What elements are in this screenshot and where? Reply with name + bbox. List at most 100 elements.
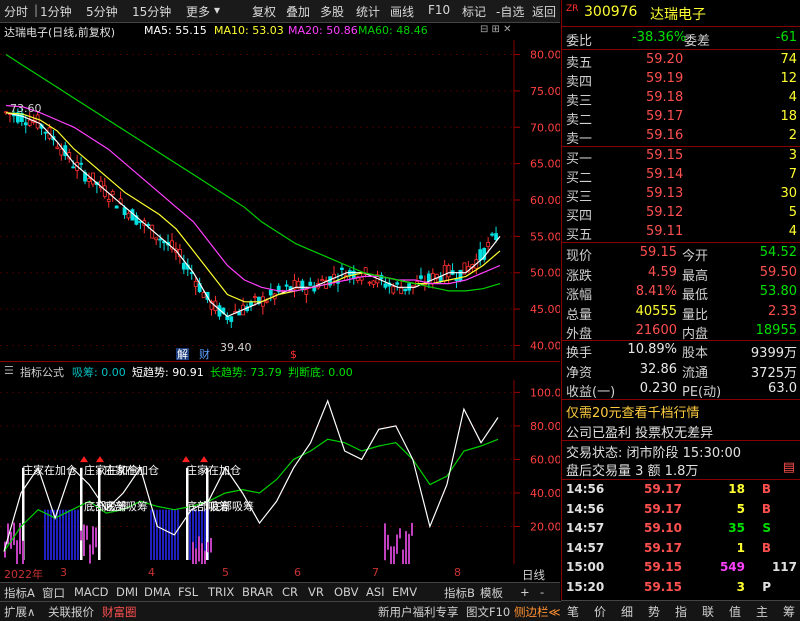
tab-window[interactable]: 窗口 xyxy=(42,585,65,601)
tab-fsl[interactable]: FSL xyxy=(178,585,198,599)
candle-body xyxy=(426,273,431,282)
promo-row[interactable]: 仅需20元查看千档行情 xyxy=(562,401,800,421)
toolbar-watchlist[interactable]: -自选 xyxy=(496,3,524,20)
price-tick-label: 75.00 xyxy=(530,85,560,98)
jie-marker[interactable]: 解 xyxy=(177,347,188,360)
toolbar-fuquan[interactable]: 复权 xyxy=(252,3,276,20)
toolbar-draw[interactable]: 画线 xyxy=(390,3,414,20)
tab-emv[interactable]: EMV xyxy=(392,585,417,599)
toolbar-more[interactable]: 更多 xyxy=(186,3,210,20)
right-tab[interactable]: 价 xyxy=(594,603,606,620)
toolbar-back[interactable]: 返回 xyxy=(532,3,556,20)
tick-price: 59.15 xyxy=(644,579,682,594)
link-quote-button[interactable]: 关联报价 xyxy=(48,604,94,620)
accumulation-bar xyxy=(159,509,161,560)
tab-cr[interactable]: CR xyxy=(282,585,298,599)
tab-dmi[interactable]: DMI xyxy=(116,585,138,599)
tab-obv[interactable]: OBV xyxy=(334,585,358,599)
right-tab[interactable]: 势 xyxy=(648,603,660,620)
toolbar-5min[interactable]: 5分钟 xyxy=(86,3,118,20)
sidebar-toggle[interactable]: 侧边栏≪ xyxy=(514,604,561,620)
bid-row[interactable]: 买四 59.12 5 xyxy=(562,204,800,224)
bid-row[interactable]: 买三 59.13 30 xyxy=(562,185,800,205)
tab-asi[interactable]: ASI xyxy=(366,585,385,599)
toolbar-stats[interactable]: 统计 xyxy=(356,3,380,20)
chart-window-icons[interactable]: ⊟ ⊞ ✕ xyxy=(480,24,512,35)
expand-button[interactable]: 扩展∧ xyxy=(4,604,35,620)
tab-macd[interactable]: MACD xyxy=(74,585,108,599)
info-value: 0.230 xyxy=(639,381,677,396)
ask-row[interactable]: 卖五 59.20 74 xyxy=(562,51,800,71)
volume-signal-bar xyxy=(195,548,197,564)
toolbar-timeshare[interactable]: 分时 xyxy=(4,3,28,20)
right-tab[interactable]: 筹 xyxy=(783,603,795,620)
main-kline-chart[interactable]: 80.00 75.00 70.00 65.00 60.00 55.00 50.00 45.00… xyxy=(0,40,560,360)
top-toolbar: 分时 | 1分钟 5分钟 15分钟 更多 ▾ 复权 叠加 多股 统计 画线 F1… xyxy=(0,0,560,23)
dollar-marker[interactable]: $ xyxy=(290,348,297,360)
right-tab[interactable]: 值 xyxy=(729,603,741,620)
stock-header: ZR 300976 达瑞电子 xyxy=(562,2,800,24)
tick-time: 14:56 xyxy=(566,482,605,496)
volume-signal-bar xyxy=(396,534,398,554)
menu-icon[interactable]: ☰ xyxy=(4,364,14,377)
tab-template[interactable]: 模板 xyxy=(480,585,503,601)
right-tab[interactable]: 笔 xyxy=(567,603,579,620)
ask-label: 卖二 xyxy=(566,113,593,128)
candle-body xyxy=(419,275,423,279)
accumulation-bar xyxy=(77,509,79,560)
chevron-down-icon[interactable]: ▾ xyxy=(214,3,220,17)
toolbar-1min[interactable]: 1分钟 xyxy=(40,3,72,20)
chart-title-row: 达瑞电子(日线,前复权) MA5: 55.15 MA10: 53.03 MA20… xyxy=(0,22,560,40)
candle-body xyxy=(35,114,40,129)
cai-marker[interactable]: 财 xyxy=(199,347,210,360)
toolbar-mark[interactable]: 标记 xyxy=(462,3,486,20)
bid-row[interactable]: 买五 59.11 4 xyxy=(562,223,800,243)
tab-brar[interactable]: BRAR xyxy=(242,585,273,599)
ask-row[interactable]: 卖一 59.16 2 xyxy=(562,127,800,147)
fortune-circle-button[interactable]: 财富圈 xyxy=(102,604,137,620)
toolbar-overlay[interactable]: 叠加 xyxy=(286,3,310,20)
ask-row[interactable]: 卖二 59.17 18 xyxy=(562,108,800,128)
quote-value-2: 18955 xyxy=(755,323,797,338)
candle-body xyxy=(229,316,234,322)
ask-price: 59.19 xyxy=(646,71,684,86)
tab-dma[interactable]: DMA xyxy=(144,585,171,599)
label-dibu-2: 底部吸筹 xyxy=(104,499,148,513)
right-tab[interactable]: 联 xyxy=(702,603,714,620)
tab-vr[interactable]: VR xyxy=(308,585,324,599)
right-tab[interactable]: 主 xyxy=(756,603,768,620)
chart-icon[interactable]: ▤ xyxy=(783,460,795,475)
tick-price: 59.10 xyxy=(644,521,682,535)
right-tab[interactable]: 细 xyxy=(621,603,633,620)
weibi-row: 委比 -38.36% 委差 -61 xyxy=(562,29,800,49)
price-tick-label: 70.00 xyxy=(530,121,560,134)
quote-label: 涨跌 xyxy=(566,268,593,284)
toolbar-multistock[interactable]: 多股 xyxy=(320,3,344,20)
tab-indicator-b[interactable]: 指标B xyxy=(444,585,475,601)
bid-price: 59.11 xyxy=(646,224,684,239)
date-m5: 5 xyxy=(222,566,229,579)
f10-button[interactable]: 图文F10 xyxy=(466,604,510,620)
info-value: 32.86 xyxy=(639,361,677,377)
candle-body xyxy=(114,205,119,209)
tab-trix[interactable]: TRIX xyxy=(208,585,234,599)
indicator-chart[interactable]: 100.0 80.00 60.00 40.00 20.00 庄家在加仓 庄家在加仓 庄家… xyxy=(0,380,560,564)
ask-row[interactable]: 卖三 59.18 4 xyxy=(562,89,800,109)
toolbar-f10[interactable]: F10 xyxy=(428,3,450,17)
promo-link[interactable]: 新用户福利专享 xyxy=(378,604,459,620)
period-daily[interactable]: 日线 xyxy=(522,567,545,583)
label-dibu-4: 底部吸筹 xyxy=(210,499,254,513)
tab-indicator-a[interactable]: 指标A xyxy=(4,585,35,601)
toolbar-15min[interactable]: 15分钟 xyxy=(132,3,171,20)
price-tick-label: 55.00 xyxy=(530,230,560,243)
zoom-out-button[interactable]: - xyxy=(540,585,544,599)
quote-value-2: 59.50 xyxy=(759,264,797,280)
zoom-in-button[interactable]: + xyxy=(520,585,530,599)
promo-text[interactable]: 仅需20元查看千档行情 xyxy=(566,402,700,421)
bid-label: 买五 xyxy=(566,228,593,243)
ask-row[interactable]: 卖四 59.19 12 xyxy=(562,70,800,90)
bid-row[interactable]: 买二 59.14 7 xyxy=(562,166,800,186)
right-tab[interactable]: 指 xyxy=(675,603,687,620)
tick-row: 15:00 59.15 549 117 xyxy=(562,559,800,577)
bid-row[interactable]: 买一 59.15 3 xyxy=(562,147,800,167)
